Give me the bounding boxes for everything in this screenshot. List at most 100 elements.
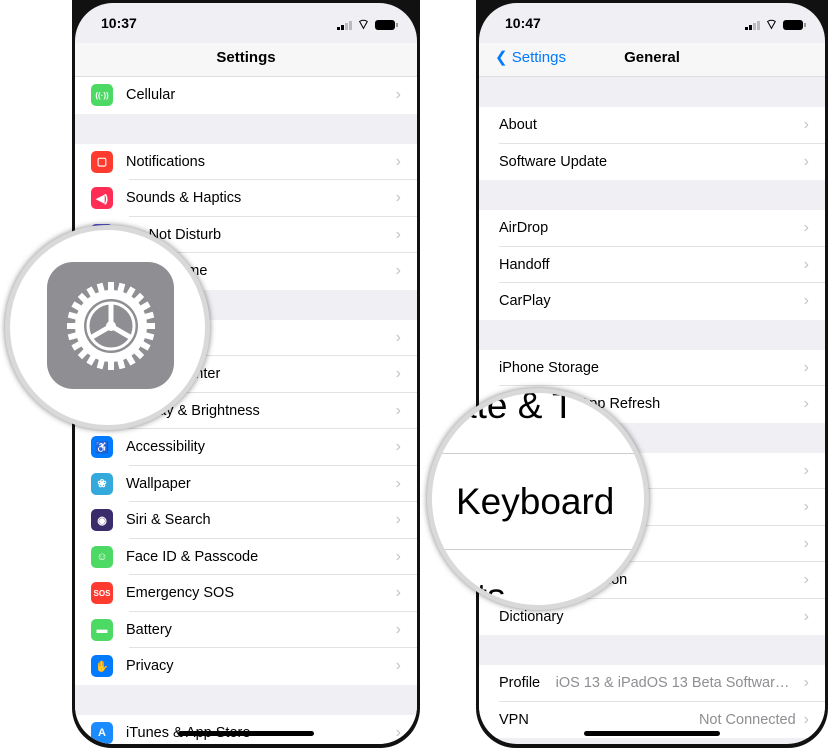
chevron-right-icon: › bbox=[395, 438, 401, 456]
row-label: Accessibility bbox=[126, 439, 205, 456]
settings-row-face-id-passcode[interactable]: ☺ Face ID & Passcode › bbox=[75, 538, 417, 575]
row-label: AirDrop bbox=[499, 220, 549, 237]
magnifier-keyboard: ate & T Keyboard nts bbox=[427, 388, 649, 610]
row-label: Wallpaper bbox=[126, 475, 191, 492]
home-indicator[interactable] bbox=[178, 731, 314, 736]
cellular-icon: ((·)) bbox=[91, 84, 113, 107]
chevron-right-icon: › bbox=[395, 86, 401, 104]
row-label: Handoff bbox=[499, 256, 550, 273]
chevron-right-icon: › bbox=[395, 189, 401, 207]
notifications-icon: ▢ bbox=[91, 150, 113, 173]
row-label: Dictionary bbox=[499, 608, 564, 625]
chevron-right-icon: › bbox=[395, 328, 401, 346]
section-gap bbox=[479, 319, 825, 350]
status-time: 10:47 bbox=[505, 15, 541, 31]
section-gap bbox=[479, 180, 825, 210]
row-label: About bbox=[499, 117, 537, 134]
chevron-left-icon: ❮ bbox=[495, 49, 512, 66]
chevron-right-icon: › bbox=[803, 255, 809, 273]
magnifier-settings-icon bbox=[5, 225, 210, 430]
chevron-right-icon: › bbox=[803, 461, 809, 479]
settings-row-about[interactable]: About › bbox=[479, 107, 825, 144]
row-label: iPhone Storage bbox=[499, 359, 599, 376]
chevron-right-icon: › bbox=[803, 710, 809, 728]
row-label: CarPlay bbox=[499, 293, 551, 310]
hand-icon: ✋ bbox=[91, 655, 113, 678]
chevron-right-icon: › bbox=[395, 365, 401, 383]
signal-icon bbox=[336, 20, 352, 30]
settings-row-software-update[interactable]: Software Update › bbox=[479, 143, 825, 180]
row-label: Cellular bbox=[126, 87, 176, 104]
nav-bar: ❮ Settings General bbox=[479, 43, 825, 77]
sounds-icon: ◀) bbox=[91, 187, 113, 210]
chevron-right-icon: › bbox=[803, 116, 809, 134]
general-screen: 10:47 ⌔ ❮ Settings General About › Softwar… bbox=[479, 3, 825, 744]
wallpaper-icon: ❀ bbox=[91, 472, 113, 495]
row-label: Software Update bbox=[499, 153, 608, 170]
section-gap bbox=[479, 77, 825, 107]
settings-row-wallpaper[interactable]: ❀ Wallpaper › bbox=[75, 465, 417, 502]
chevron-right-icon: › bbox=[395, 547, 401, 565]
chevron-right-icon: › bbox=[395, 584, 401, 602]
chevron-right-icon: › bbox=[803, 674, 809, 692]
row-label: Siri & Search bbox=[126, 512, 211, 529]
row-label: Notifications bbox=[126, 153, 205, 170]
wifi-icon: ⌔ bbox=[356, 16, 370, 32]
row-value: iOS 13 & iPadOS 13 Beta Software Pr... bbox=[555, 675, 796, 692]
battery-icon: ▬ bbox=[91, 618, 113, 641]
settings-row-handoff[interactable]: Handoff › bbox=[479, 246, 825, 283]
settings-row-battery[interactable]: ▬ Battery › bbox=[75, 611, 417, 648]
settings-row-cellular[interactable]: ((·)) Cellular › bbox=[75, 77, 417, 114]
chevron-right-icon: › bbox=[803, 571, 809, 589]
magnified-text: nts bbox=[456, 576, 506, 610]
chevron-right-icon: › bbox=[395, 474, 401, 492]
settings-row-notifications[interactable]: ▢ Notifications › bbox=[75, 143, 417, 180]
settings-row-sounds-haptics[interactable]: ◀) Sounds & Haptics › bbox=[75, 180, 417, 217]
wifi-icon: ⌔ bbox=[764, 16, 778, 32]
row-label: Privacy bbox=[126, 658, 174, 675]
back-button[interactable]: ❮ Settings bbox=[495, 43, 566, 73]
accessibility-icon: ♿ bbox=[91, 436, 113, 459]
chevron-right-icon: › bbox=[395, 657, 401, 675]
sos-icon: SOS bbox=[91, 582, 113, 605]
row-label: Face ID & Passcode bbox=[126, 548, 259, 565]
row-label: Battery bbox=[126, 621, 172, 638]
row-value: Not Connected bbox=[698, 711, 796, 728]
back-label: Settings bbox=[511, 49, 566, 66]
settings-row-carplay[interactable]: CarPlay › bbox=[479, 283, 825, 320]
home-indicator[interactable] bbox=[584, 731, 720, 736]
chevron-right-icon: › bbox=[395, 401, 401, 419]
section-gap bbox=[479, 635, 825, 665]
battery-status-icon bbox=[375, 20, 398, 30]
row-label: Sounds & Haptics bbox=[126, 190, 242, 207]
siri-icon: ◉ bbox=[91, 509, 113, 532]
settings-row-airdrop[interactable]: AirDrop › bbox=[479, 210, 825, 247]
status-bar: 10:47 ⌔ bbox=[479, 3, 825, 43]
row-label: Do Not Disturb bbox=[126, 226, 222, 243]
chevron-right-icon: › bbox=[395, 723, 401, 741]
chevron-right-icon: › bbox=[395, 511, 401, 529]
page-title: Settings bbox=[216, 49, 276, 66]
settings-row-emergency-sos[interactable]: SOS Emergency SOS › bbox=[75, 575, 417, 612]
settings-row-itunes-app-store[interactable]: AiTunes & App Store› bbox=[75, 714, 417, 744]
chevron-right-icon: › bbox=[395, 225, 401, 243]
chevron-right-icon: › bbox=[803, 607, 809, 625]
row-label: Profile bbox=[499, 675, 541, 692]
chevron-right-icon: › bbox=[803, 358, 809, 376]
chevron-right-icon: › bbox=[395, 152, 401, 170]
page-title: General bbox=[624, 49, 680, 66]
chevron-right-icon: › bbox=[803, 292, 809, 310]
face-id-icon: ☺ bbox=[91, 545, 113, 568]
settings-row-privacy[interactable]: ✋ Privacy › bbox=[75, 648, 417, 685]
chevron-right-icon: › bbox=[803, 152, 809, 170]
settings-row-profile[interactable]: Profile iOS 13 & iPadOS 13 Beta Software … bbox=[479, 665, 825, 702]
settings-row-iphone-storage[interactable]: iPhone Storage › bbox=[479, 349, 825, 386]
section-gap bbox=[75, 684, 417, 715]
settings-row-accessibility[interactable]: ♿ Accessibility › bbox=[75, 429, 417, 466]
row-label: Emergency SOS bbox=[126, 585, 234, 602]
status-time: 10:37 bbox=[101, 15, 137, 31]
settings-row-siri-search[interactable]: ◉ Siri & Search › bbox=[75, 502, 417, 539]
chevron-right-icon: › bbox=[803, 219, 809, 237]
app-store-icon: A bbox=[91, 721, 113, 744]
right-phone: 10:47 ⌔ ❮ Settings General About › Softwar… bbox=[476, 0, 828, 748]
